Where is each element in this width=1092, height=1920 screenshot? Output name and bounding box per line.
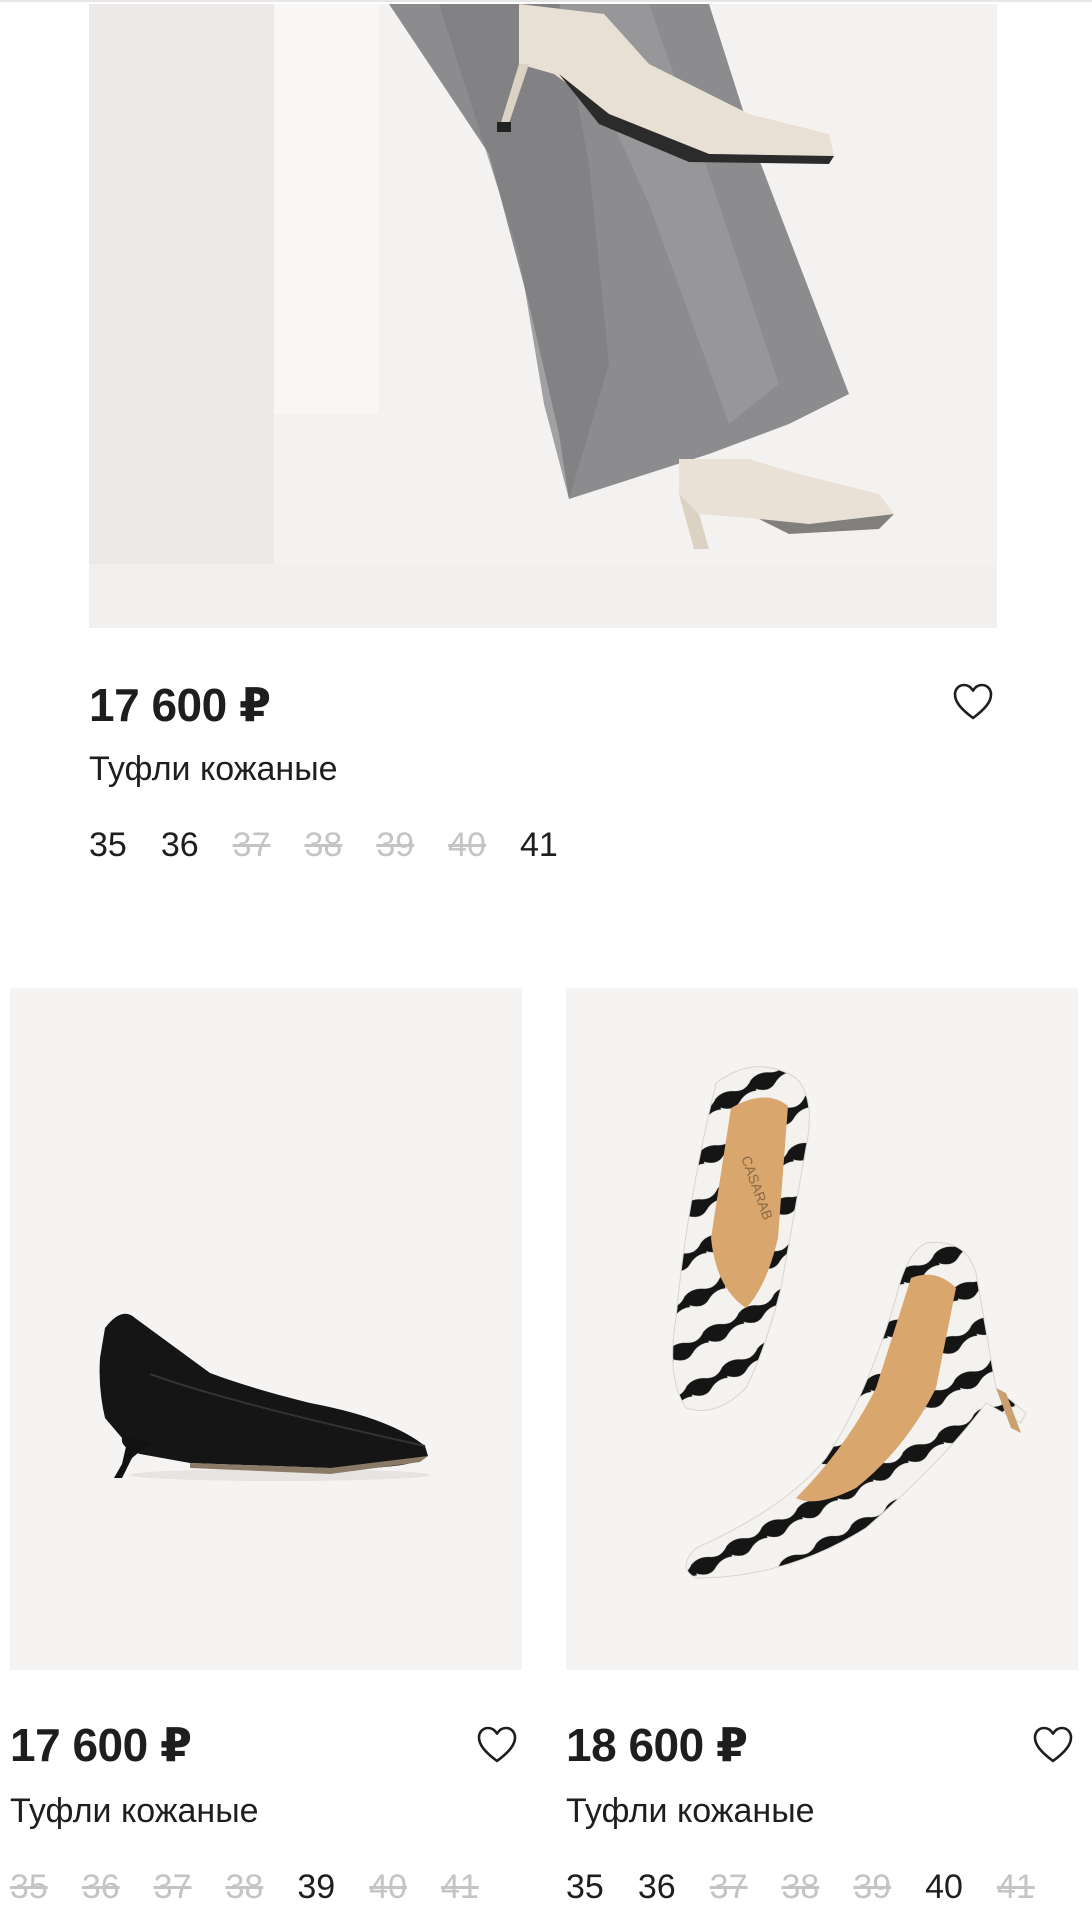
size-36[interactable]: 36: [638, 1868, 676, 1907]
heart-outline-icon[interactable]: [1031, 1724, 1075, 1764]
product-price: 17 600 ₽: [89, 679, 271, 731]
size-list: 35 36 37 38 39 40 41: [566, 1868, 1069, 1907]
size-36: 36: [81, 1868, 120, 1906]
heart-outline-icon[interactable]: [475, 1724, 519, 1764]
top-divider: [0, 0, 1092, 2]
size-37: 37: [153, 1868, 192, 1906]
size-list: 35 36 37 38 39 40 41: [10, 1868, 513, 1907]
product-title[interactable]: Туфли кожаные: [89, 750, 338, 789]
size-35[interactable]: 35: [566, 1868, 604, 1907]
size-36[interactable]: 36: [161, 826, 199, 865]
product-image-beige-pumps[interactable]: [89, 4, 997, 628]
size-41: 41: [996, 1868, 1035, 1906]
product-image-black-pump[interactable]: [10, 988, 522, 1670]
size-39: 39: [853, 1868, 892, 1906]
size-35[interactable]: 35: [89, 826, 127, 865]
product-image-zebra-pumps[interactable]: CASARAB: [566, 988, 1078, 1670]
size-39[interactable]: 39: [297, 1868, 335, 1907]
heart-outline-icon[interactable]: [951, 681, 995, 721]
size-38: 38: [781, 1868, 820, 1906]
size-41: 41: [440, 1868, 479, 1906]
size-38: 38: [225, 1868, 264, 1906]
size-40[interactable]: 40: [925, 1868, 963, 1907]
size-40: 40: [369, 1868, 407, 1906]
size-37: 37: [232, 826, 271, 864]
size-37: 37: [709, 1868, 748, 1906]
product-title[interactable]: Туфли кожаные: [566, 1792, 815, 1831]
size-35: 35: [10, 1868, 48, 1906]
size-41[interactable]: 41: [520, 826, 558, 865]
size-38: 38: [304, 826, 343, 864]
size-39: 39: [376, 826, 415, 864]
product-price: 18 600 ₽: [566, 1719, 748, 1771]
product-title[interactable]: Туфли кожаные: [10, 1792, 259, 1831]
product-price: 17 600 ₽: [10, 1719, 192, 1771]
size-list: 35 36 37 38 39 40 41: [89, 826, 592, 865]
size-40: 40: [448, 826, 486, 864]
